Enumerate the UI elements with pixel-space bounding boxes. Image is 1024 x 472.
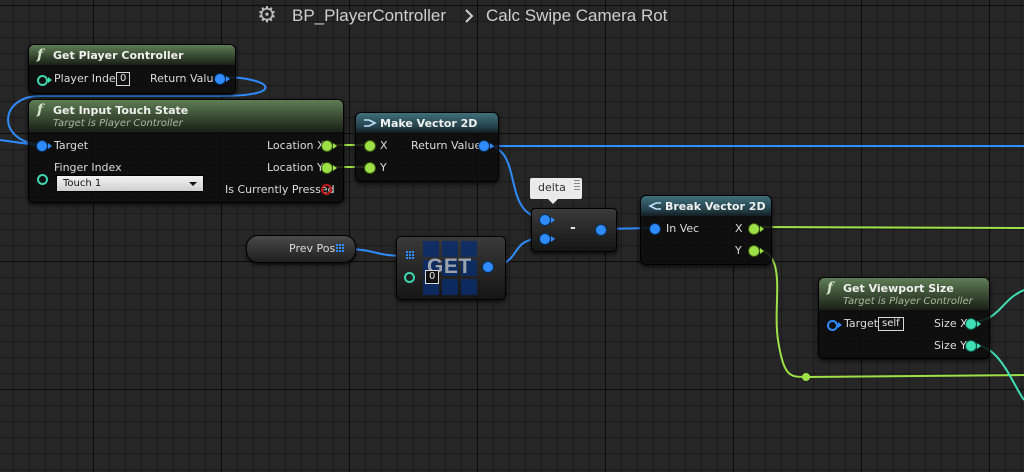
pin-arrow-icon — [838, 322, 842, 328]
pin-arrow-icon — [551, 217, 555, 223]
chevron-right-icon — [465, 9, 474, 23]
index-pin[interactable] — [404, 272, 415, 283]
break-x-pin[interactable] — [749, 224, 759, 234]
in-vec-pin[interactable] — [650, 224, 660, 234]
breadcrumb-function[interactable]: Calc Swipe Camera Rot — [486, 5, 667, 27]
viewport-target-input[interactable]: self — [878, 317, 904, 331]
make-struct-icon — [364, 119, 377, 127]
make-x-label: X — [380, 139, 388, 152]
node-prev-pos[interactable]: Prev Pos — [246, 235, 356, 263]
comment-bubble[interactable]: delta — [530, 178, 582, 204]
node-get-player-controller[interactable]: f Get Player Controller Player Index 0 R… — [28, 44, 236, 94]
subtract-output-pin[interactable] — [596, 225, 606, 235]
finger-index-dropdown[interactable]: Touch 1 — [56, 175, 204, 192]
pin-arrow-icon — [977, 343, 981, 349]
break-y-pin[interactable] — [749, 246, 759, 256]
pin-arrow-icon — [551, 236, 555, 242]
break-x-label: X — [735, 222, 743, 235]
pin-arrow-icon — [760, 226, 764, 232]
size-y-label: Size Y — [934, 339, 967, 352]
array-pin-icon[interactable] — [336, 244, 344, 252]
is-pressed-label: Is Currently Pressed — [225, 183, 335, 196]
prev-pos-label: Prev Pos — [289, 242, 336, 255]
node-subtract[interactable]: - — [531, 208, 617, 252]
function-icon: f — [37, 47, 44, 63]
node-get-viewport-size[interactable]: f Get Viewport Size Target is Player Con… — [818, 277, 990, 359]
is-pressed-pin[interactable] — [321, 184, 332, 195]
viewport-target-pin[interactable] — [827, 320, 838, 331]
function-icon: f — [827, 280, 834, 296]
wire-reroute-knot — [802, 373, 810, 381]
make-x-pin[interactable] — [365, 141, 375, 151]
index-input[interactable]: 0 — [425, 270, 440, 284]
node-title: Get Input Touch State — [53, 104, 189, 117]
break-struct-icon — [648, 202, 661, 210]
return-value-label: Return Value — [411, 139, 482, 152]
node-title: Get Player Controller — [53, 49, 184, 62]
comment-text: delta — [538, 181, 566, 194]
pin-arrow-icon — [333, 143, 337, 149]
chevron-down-icon — [189, 182, 197, 186]
pin-arrow-icon — [490, 143, 494, 149]
breadcrumb-blueprint[interactable]: BP_PlayerController — [292, 5, 446, 27]
pin-arrow-icon — [48, 77, 52, 83]
break-y-label: Y — [735, 244, 742, 257]
breadcrumb: ⚙ BP_PlayerController Calc Swipe Camera … — [0, 0, 1024, 32]
wire-break-x — [751, 226, 1024, 229]
size-y-pin[interactable] — [966, 341, 976, 351]
pin-arrow-icon — [48, 143, 52, 149]
finger-index-label: Finger Index — [54, 161, 122, 174]
viewport-target-label: Target — [844, 317, 879, 330]
pin-arrow-icon — [226, 76, 230, 82]
comment-pin-icon[interactable] — [574, 180, 580, 190]
location-y-label: Location Y — [267, 161, 324, 174]
return-value-pin[interactable] — [215, 74, 225, 84]
size-x-label: Size X — [934, 317, 968, 330]
player-index-input[interactable]: 0 — [116, 72, 131, 86]
pin-arrow-icon — [760, 248, 764, 254]
node-break-vector-2d[interactable]: Break Vector 2D In Vec X Y — [640, 195, 772, 265]
subtract-operator: - — [570, 220, 576, 236]
node-make-vector-2d[interactable]: Make Vector 2D X Y Return Value — [355, 112, 499, 182]
size-x-pin[interactable] — [966, 319, 976, 329]
return-value-label: Return Value — [150, 72, 221, 85]
make-return-pin[interactable] — [479, 141, 489, 151]
subtract-b-pin[interactable] — [540, 234, 550, 244]
node-get-input-touch-state[interactable]: f Get Input Touch State Target is Player… — [28, 99, 344, 203]
pin-arrow-icon — [977, 321, 981, 327]
node-subtitle: Target is Player Controller — [53, 118, 183, 129]
target-pin[interactable] — [37, 141, 47, 151]
node-subtitle: Target is Player Controller — [843, 296, 973, 307]
target-label: Target — [54, 139, 89, 152]
finger-index-value: Touch 1 — [63, 178, 102, 189]
node-title: Break Vector 2D — [665, 200, 766, 213]
location-x-pin[interactable] — [322, 141, 332, 151]
location-x-label: Location X — [267, 139, 325, 152]
in-vec-label: In Vec — [666, 222, 700, 235]
get-output-pin[interactable] — [483, 262, 493, 272]
function-icon: f — [37, 102, 44, 118]
make-y-label: Y — [380, 161, 387, 174]
player-index-pin[interactable] — [37, 75, 48, 86]
gear-icon[interactable]: ⚙ — [256, 5, 278, 27]
node-title: Get Viewport Size — [843, 282, 954, 295]
subtract-a-pin[interactable] — [540, 215, 550, 225]
array-in-pin-icon[interactable] — [406, 251, 414, 259]
finger-index-pin[interactable] — [37, 174, 48, 185]
node-title: Make Vector 2D — [380, 117, 478, 130]
node-array-get[interactable]: GET 0 — [396, 236, 506, 300]
player-index-label: Player Index — [54, 72, 123, 85]
location-y-pin[interactable] — [322, 163, 332, 173]
make-y-pin[interactable] — [365, 163, 375, 173]
pin-arrow-icon — [333, 165, 337, 171]
